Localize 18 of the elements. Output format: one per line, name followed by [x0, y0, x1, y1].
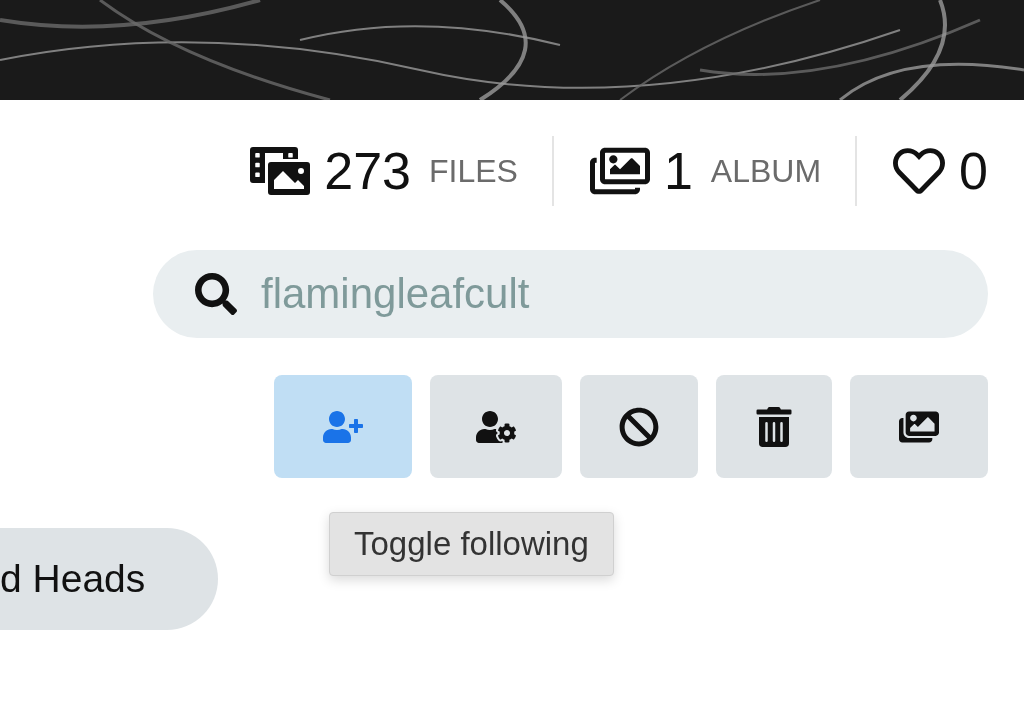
- delete-button[interactable]: [716, 375, 832, 478]
- stat-count: 1: [663, 141, 693, 201]
- block-button[interactable]: [580, 375, 698, 478]
- tooltip: Toggle following: [329, 512, 614, 576]
- stat-label: FILES: [429, 152, 518, 190]
- ban-icon: [619, 406, 659, 447]
- follow-button[interactable]: [274, 375, 412, 478]
- stat-label: ALBUM: [710, 152, 822, 190]
- heart-icon: [893, 145, 946, 197]
- user-settings-button[interactable]: [430, 375, 562, 478]
- stat-count: 0: [959, 141, 988, 201]
- search-icon: [195, 273, 237, 315]
- search-input[interactable]: flamingleafcult: [259, 269, 863, 319]
- tag-chip[interactable]: d Heads: [0, 528, 218, 630]
- gallery-button[interactable]: [850, 375, 988, 478]
- trash-icon: [754, 406, 794, 447]
- search-field[interactable]: flamingleafcult: [153, 250, 988, 338]
- stat-count: 273: [324, 141, 411, 201]
